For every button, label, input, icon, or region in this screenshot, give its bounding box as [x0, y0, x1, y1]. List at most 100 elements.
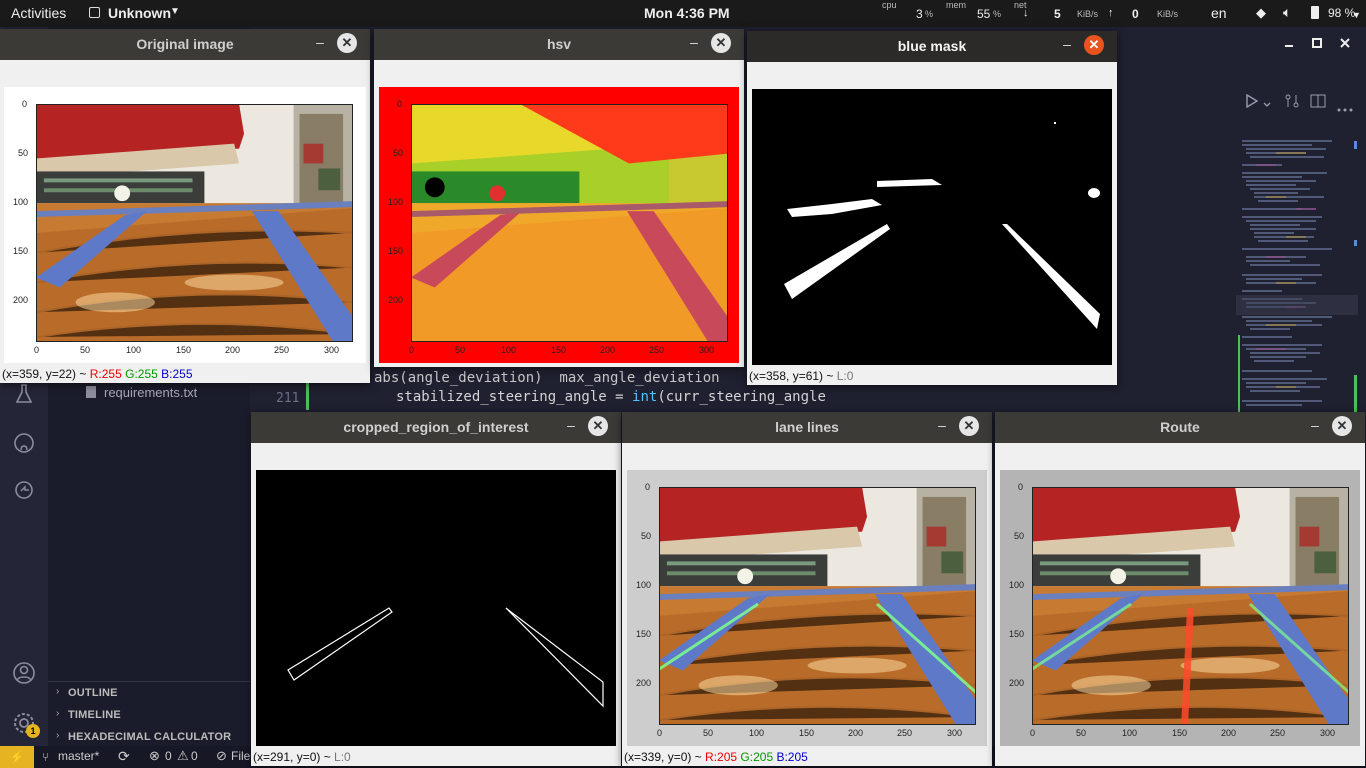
- window-title: lane lines: [775, 419, 839, 435]
- github-icon[interactable]: [13, 432, 35, 454]
- lane-plot-area: 0 50 100 150 200 0 50 100 150 200 250 30…: [627, 470, 987, 746]
- chevron-down-icon[interactable]: [1263, 96, 1271, 107]
- app-window-icon: [89, 7, 100, 18]
- minimize-icon[interactable]: –: [1307, 418, 1323, 434]
- x-tick-label: 0: [34, 345, 40, 355]
- maximize-window-icon[interactable]: [1311, 36, 1323, 48]
- file-requirements[interactable]: requirements.txt: [104, 385, 197, 400]
- y-tick-label: 150: [1009, 629, 1025, 639]
- minimize-icon[interactable]: –: [686, 35, 702, 51]
- more-actions-icon[interactable]: [1337, 99, 1353, 112]
- language-indicator[interactable]: en: [1211, 5, 1227, 21]
- close-icon[interactable]: ✕: [1332, 416, 1352, 436]
- x-tick-label: 100: [1122, 728, 1138, 738]
- window-lane-lines[interactable]: lane lines – ✕ 0 50 100 150 200 0 50 100…: [622, 412, 992, 766]
- pixel-readout: (x=358, y=61) ~ L:0: [749, 369, 854, 383]
- cpu-value: 3: [916, 7, 923, 21]
- volume-icon[interactable]: 🔈︎: [1283, 4, 1291, 21]
- compare-icon[interactable]: [1284, 93, 1300, 109]
- wifi-icon[interactable]: ◆: [1256, 5, 1266, 21]
- minimize-window-icon[interactable]: [1283, 36, 1295, 48]
- line-number-211: 211: [276, 391, 300, 406]
- code-token-int: int: [632, 389, 658, 405]
- file-status[interactable]: File: [231, 749, 250, 763]
- outline-label: OUTLINE: [68, 687, 118, 699]
- power-menu-icon[interactable]: ▼: [1352, 10, 1361, 20]
- x-tick-label: 250: [649, 345, 665, 355]
- mem-label: mem: [946, 0, 966, 10]
- file-icon: [86, 386, 96, 398]
- route-plot-area: 0 50 100 150 200 0 50 100 150 200 250 30…: [1000, 470, 1360, 746]
- close-icon[interactable]: ✕: [711, 33, 731, 53]
- y-tick-label: 0: [397, 99, 403, 109]
- upload-icon: ↑: [1108, 7, 1114, 19]
- x-tick-label: 50: [703, 728, 714, 738]
- activities-button[interactable]: Activities: [11, 5, 66, 21]
- net-out-unit: KiB/s: [1157, 9, 1179, 19]
- minimize-icon[interactable]: –: [1059, 37, 1075, 53]
- y-tick-label: 150: [388, 246, 404, 256]
- sync-icon[interactable]: ⟳: [118, 748, 130, 765]
- pixel-readout: (x=339, y=0) ~ R:205 G:205 B:205: [624, 750, 808, 764]
- window-route[interactable]: Route – ✕ 0 50 100 150 200 0 50 100 150 …: [995, 412, 1365, 766]
- pixel-readout: (x=359, y=22) ~ R:255 G:255 B:255: [2, 367, 193, 381]
- x-tick-label: 0: [1030, 728, 1036, 738]
- y-tick-label: 100: [636, 580, 652, 590]
- x-tick-label: 50: [455, 345, 466, 355]
- close-icon[interactable]: ✕: [959, 416, 979, 436]
- x-tick-label: 150: [1172, 728, 1188, 738]
- outline-section[interactable]: › OUTLINE: [48, 684, 250, 704]
- window-cropped-roi[interactable]: cropped_region_of_interest – ✕ (x=291, y…: [251, 412, 621, 766]
- hex-calculator-section[interactable]: › HEXADECIMAL CALCULATOR: [48, 728, 250, 748]
- minimap[interactable]: [1236, 135, 1358, 435]
- net-out-value: 0: [1132, 7, 1139, 21]
- y-tick-label: 100: [388, 197, 404, 207]
- error-count[interactable]: 0: [165, 749, 172, 763]
- window-original-image[interactable]: Original image – ✕ 0 50 100 150 200 0 50…: [0, 29, 370, 383]
- close-icon[interactable]: ✕: [337, 33, 357, 53]
- y-tick-label: 200: [388, 295, 404, 305]
- y-tick-label: 50: [1014, 531, 1025, 541]
- x-tick-label: 150: [176, 345, 192, 355]
- window-title: cropped_region_of_interest: [343, 419, 529, 435]
- run-icon[interactable]: [1245, 93, 1259, 109]
- x-tick-label: 300: [1320, 728, 1336, 738]
- testing-icon[interactable]: [14, 383, 34, 405]
- warning-icon: ⚠: [177, 748, 189, 763]
- x-tick-label: 200: [600, 345, 616, 355]
- cpu-label: cpu: [882, 0, 897, 10]
- branch-name[interactable]: master*: [58, 749, 99, 763]
- y-tick-label: 200: [1009, 678, 1025, 688]
- x-tick-label: 100: [126, 345, 142, 355]
- mask-image: [752, 89, 1112, 365]
- remote-share-icon[interactable]: [13, 479, 35, 501]
- error-icon: ⊗: [149, 748, 160, 763]
- net-in-value: 5: [1054, 7, 1061, 21]
- warning-count[interactable]: 0: [191, 749, 198, 763]
- file-menu-icon: ⊘: [216, 748, 227, 763]
- code-token-args: (curr_steering_angle: [657, 389, 826, 405]
- minimize-icon[interactable]: –: [563, 418, 579, 434]
- timeline-section[interactable]: › TIMELINE: [48, 706, 250, 726]
- minimize-icon[interactable]: –: [312, 35, 328, 51]
- window-title: Route: [1160, 419, 1200, 435]
- hsv-plot-area: 0 50 100 150 200 0 50 100 150 200 250 30…: [379, 87, 739, 363]
- window-hsv[interactable]: hsv – ✕ 0 50 100 150 200 0 50 100 150 20…: [374, 29, 744, 367]
- battery-icon[interactable]: [1311, 6, 1319, 19]
- split-editor-icon[interactable]: [1310, 93, 1326, 109]
- window-blue-mask[interactable]: blue mask – ✕ (x=358, y=61) ~ L:0: [747, 31, 1117, 385]
- top-bar: Activities Unknown ▼ Mon 4:36 PM cpu 3 %…: [0, 0, 1366, 27]
- download-icon: ↓: [1023, 7, 1029, 19]
- account-icon[interactable]: [12, 661, 36, 685]
- y-tick-label: 150: [636, 629, 652, 639]
- app-menu[interactable]: Unknown: [108, 5, 171, 21]
- hex-calculator-label: HEXADECIMAL CALCULATOR: [68, 731, 232, 743]
- remote-indicator[interactable]: ⚡: [0, 746, 34, 768]
- close-window-icon[interactable]: [1339, 36, 1351, 48]
- x-tick-label: 250: [1270, 728, 1286, 738]
- minimize-icon[interactable]: –: [934, 418, 950, 434]
- clock[interactable]: Mon 4:36 PM: [644, 5, 730, 21]
- close-icon[interactable]: ✕: [1084, 35, 1104, 55]
- close-icon[interactable]: ✕: [588, 416, 608, 436]
- settings-badge: 1: [26, 724, 40, 738]
